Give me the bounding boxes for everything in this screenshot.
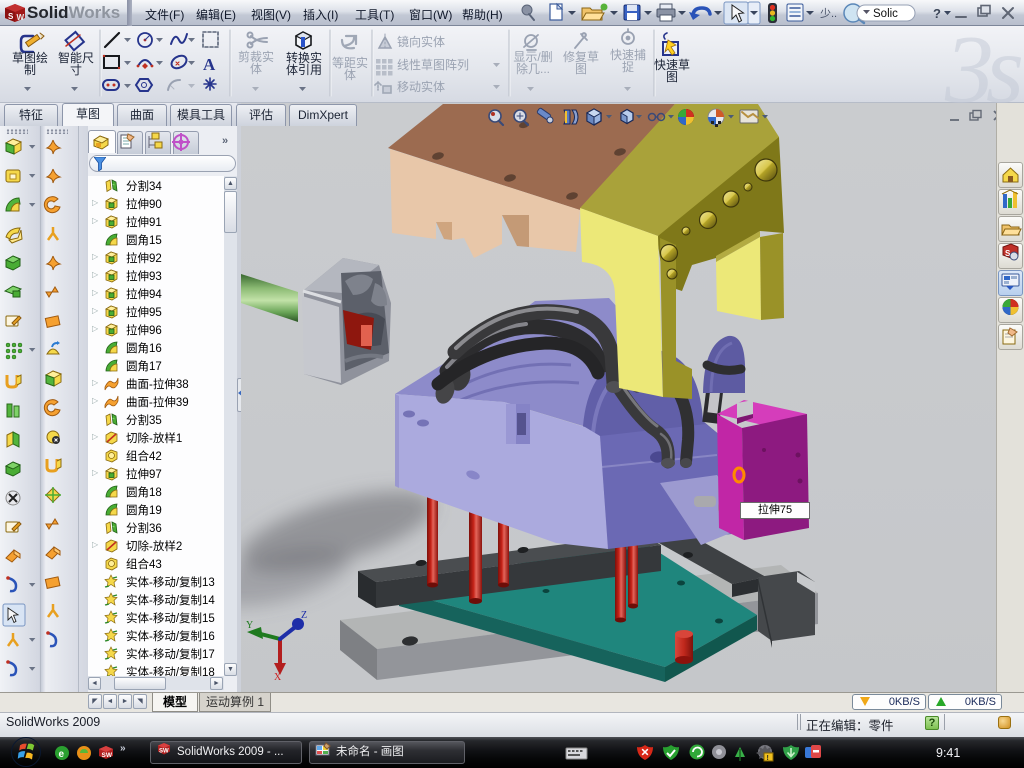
svg-text:Solic: Solic [873,8,898,20]
svg-text:?: ? [933,6,941,21]
svg-text:S: S [8,12,14,21]
svg-text:!: ! [767,755,769,762]
svg-text:SW: SW [159,749,169,755]
svg-text:Z: Z [301,610,307,621]
svg-text:Y: Y [246,620,253,631]
svg-text:少..: 少.. [820,7,837,20]
svg-text:X: X [274,672,282,683]
svg-text:W: W [17,13,25,22]
svg-text:e: e [59,749,65,760]
svg-text:9:41: 9:41 [936,746,960,760]
svg-text:»: » [120,743,126,754]
svg-text:A: A [203,55,216,74]
svg-text:SW: SW [102,752,113,759]
